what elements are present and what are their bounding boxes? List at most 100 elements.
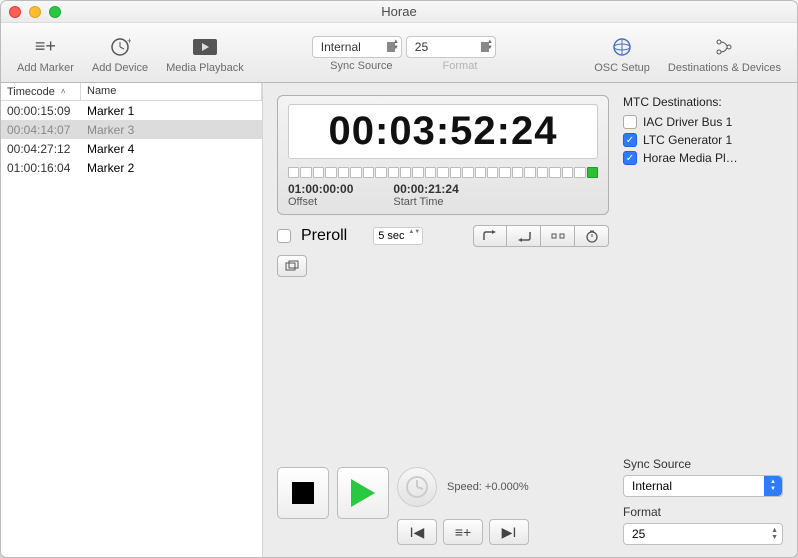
start-time-group: 00:00:21:24 Start Time <box>393 182 458 208</box>
play-button[interactable] <box>337 467 389 519</box>
destination-label: Horae Media Pl… <box>643 151 738 165</box>
loop-range-button[interactable] <box>541 225 575 247</box>
add-device-label: Add Device <box>92 62 148 74</box>
main-panel: 00:03:52:24 01:00:00:00 Offset 00:00:21:… <box>263 83 797 557</box>
titlebar: Horae <box>1 1 797 23</box>
preroll-label: Preroll <box>301 227 347 245</box>
preroll-checkbox[interactable] <box>277 229 291 243</box>
add-marker-icon: ≡+ <box>31 34 59 60</box>
sync-source-label: Sync Source <box>330 60 392 72</box>
timecode-value: 00:03:52:24 <box>297 109 589 154</box>
meter-segment <box>462 167 473 178</box>
table-row[interactable]: 00:00:15:09Marker 1 <box>1 101 262 120</box>
add-marker-button[interactable]: ≡+ Add Marker <box>11 34 80 74</box>
osc-setup-label: OSC Setup <box>594 62 650 74</box>
destination-checkbox[interactable]: ✓ <box>623 151 637 165</box>
right-format-value: 25 <box>632 527 645 541</box>
marker-rows: 00:00:15:09Marker 100:04:14:07Marker 300… <box>1 101 262 557</box>
meter-segment <box>475 167 486 178</box>
meter-segment <box>400 167 411 178</box>
app-window: Horae ≡+ Add Marker + Add Device Media P… <box>0 0 798 558</box>
meter-segment <box>562 167 573 178</box>
stop-icon <box>292 482 314 504</box>
sort-caret-icon: ˄ <box>61 87 66 96</box>
loop-end-button[interactable] <box>507 225 541 247</box>
meter-segment <box>549 167 560 178</box>
transport-controls: Speed: +0.000% I◀ ≡+ ▶I <box>277 467 609 545</box>
sync-source-group: Internal ▲▼ 25 ▲▼ Sync Source Format <box>312 36 496 72</box>
table-row[interactable]: 00:04:27:12Marker 4 <box>1 139 262 158</box>
destinations-button[interactable]: Destinations & Devices <box>662 34 787 74</box>
row-timecode: 00:00:15:09 <box>1 102 81 120</box>
meter-segment <box>363 167 374 178</box>
add-marker-label: Add Marker <box>17 62 74 74</box>
right-panel: MTC Destinations: IAC Driver Bus 1 ✓ LTC G… <box>623 95 783 545</box>
preroll-value: 5 sec <box>378 230 404 242</box>
format-value: 25 <box>415 40 428 54</box>
next-marker-button[interactable]: ▶I <box>489 519 529 545</box>
timecode-readout: 00:03:52:24 <box>288 104 598 159</box>
insert-marker-button[interactable]: ≡+ <box>443 519 483 545</box>
table-row[interactable]: 01:00:16:04Marker 2 <box>1 158 262 177</box>
mtc-header: MTC Destinations: <box>623 95 783 109</box>
preroll-field[interactable]: 5 sec ▲▼ <box>373 227 423 245</box>
meter-segment <box>375 167 386 178</box>
osc-setup-icon <box>608 34 636 60</box>
row-timecode: 00:04:14:07 <box>1 121 81 139</box>
format-select[interactable]: 25 ▲▼ <box>406 36 496 58</box>
sync-source-value: Internal <box>321 40 361 54</box>
col-name[interactable]: Name <box>81 83 262 100</box>
sync-source-select[interactable]: Internal ▲▼ <box>312 36 402 58</box>
meter-segment <box>425 167 436 178</box>
right-sync-source-select[interactable]: Internal <box>623 475 783 497</box>
row-name: Marker 4 <box>81 140 140 158</box>
right-format-label: Format <box>623 505 783 519</box>
meter-segment <box>587 167 598 178</box>
meter-segment <box>412 167 423 178</box>
meter-segment <box>574 167 585 178</box>
add-device-icon: + <box>106 34 134 60</box>
start-time-label: Start Time <box>393 196 458 208</box>
destination-label: LTC Generator 1 <box>643 133 732 147</box>
meter-segment <box>325 167 336 178</box>
row-timecode: 00:04:27:12 <box>1 140 81 158</box>
loop-segment <box>473 225 609 247</box>
destination-row[interactable]: ✓ LTC Generator 1 <box>623 131 783 149</box>
offset-group: 01:00:00:00 Offset <box>288 182 353 208</box>
center-column: 00:03:52:24 01:00:00:00 Offset 00:00:21:… <box>277 95 609 545</box>
meter-segment <box>350 167 361 178</box>
play-icon <box>351 479 375 507</box>
window-mode-button[interactable] <box>277 255 307 277</box>
add-device-button[interactable]: + Add Device <box>86 34 154 74</box>
destinations-label: Destinations & Devices <box>668 62 781 74</box>
right-format-select[interactable]: 25 ▲▼ <box>623 523 783 545</box>
meter-segment <box>437 167 448 178</box>
destination-row[interactable]: IAC Driver Bus 1 <box>623 113 783 131</box>
table-row[interactable]: 00:04:14:07Marker 3 <box>1 120 262 139</box>
col-timecode[interactable]: Timecode ˄ <box>1 83 81 100</box>
meter-segment <box>450 167 461 178</box>
speed-dial[interactable] <box>397 467 437 507</box>
osc-setup-button[interactable]: OSC Setup <box>588 34 656 74</box>
prev-marker-button[interactable]: I◀ <box>397 519 437 545</box>
meter-segment <box>313 167 324 178</box>
format-label: Format <box>443 60 478 72</box>
window-title: Horae <box>1 4 797 19</box>
media-playback-button[interactable]: Media Playback <box>160 34 250 74</box>
content-area: Timecode ˄ Name 00:00:15:09Marker 100:04… <box>1 83 797 557</box>
row-timecode: 01:00:16:04 <box>1 159 81 177</box>
meter-segment <box>288 167 299 178</box>
marker-list-header: Timecode ˄ Name <box>1 83 262 101</box>
meter-segment <box>512 167 523 178</box>
destination-checkbox[interactable]: ✓ <box>623 133 637 147</box>
destination-row[interactable]: ✓ Horae Media Pl… <box>623 149 783 167</box>
offset-label: Offset <box>288 196 353 208</box>
toolbar: ≡+ Add Marker + Add Device Media Playbac… <box>1 23 797 83</box>
destination-checkbox[interactable] <box>623 115 637 129</box>
stop-button[interactable] <box>277 467 329 519</box>
marker-nav: I◀ ≡+ ▶I <box>397 519 529 545</box>
media-playback-label: Media Playback <box>166 62 244 74</box>
timer-button[interactable] <box>575 225 609 247</box>
meter-segment <box>487 167 498 178</box>
loop-start-button[interactable] <box>473 225 507 247</box>
